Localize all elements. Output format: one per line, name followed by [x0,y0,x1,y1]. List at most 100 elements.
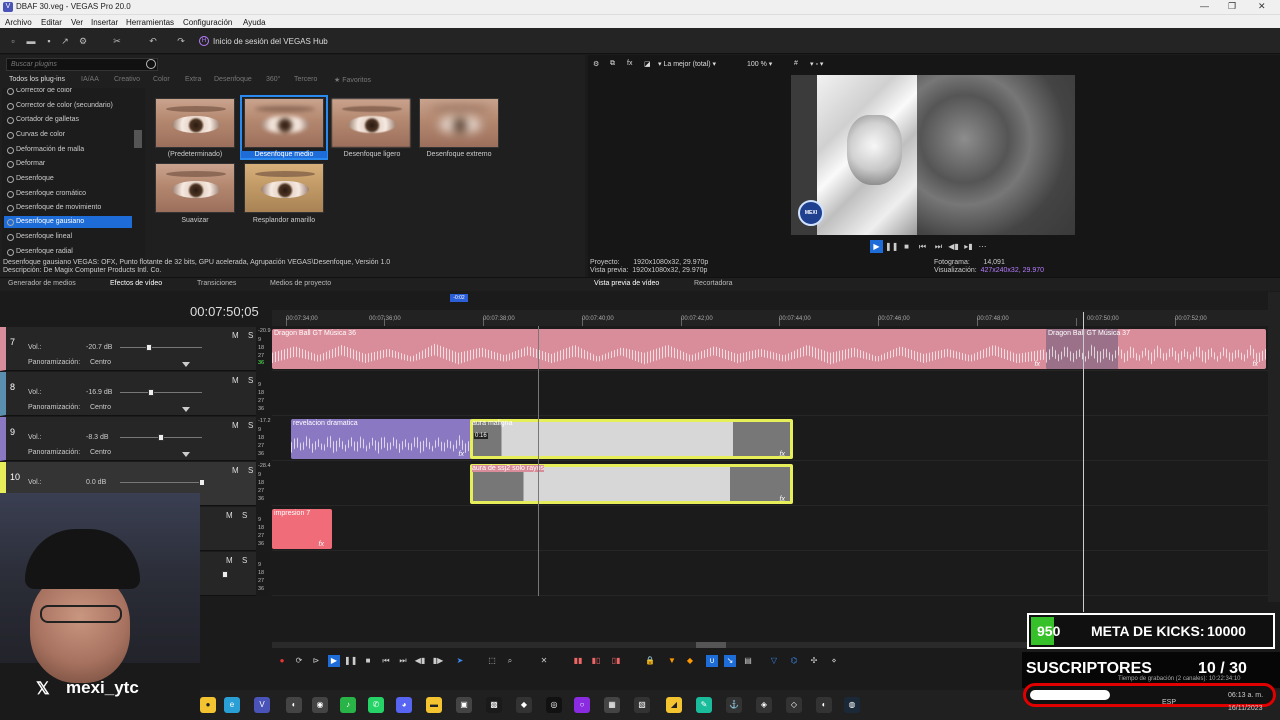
app-icon[interactable]: ◉ [312,697,328,713]
preset-thumb-yellow-glow[interactable] [244,163,324,213]
save-icon[interactable]: ▪ [44,36,54,46]
plugin-item[interactable]: Desenfoque de movimiento [4,202,132,214]
plugin-list-scrollbar[interactable] [134,130,142,148]
preset-label[interactable]: (Predeterminado) [150,151,240,158]
plugin-item[interactable]: Cortador de galletas [4,114,132,126]
preset-thumb-default[interactable] [155,98,235,148]
obs-icon[interactable]: ◎ [546,697,562,713]
zoom-select[interactable]: 100 % ▾ [747,60,772,68]
preset-thumb-light[interactable] [331,98,411,148]
app-icon[interactable]: ▦ [604,697,620,713]
app-icon[interactable]: ◆ [516,697,532,713]
undo-icon[interactable]: ↶ [148,36,158,46]
stop-icon[interactable]: ■ [900,240,913,253]
split-icon[interactable]: ▮▯ [590,655,602,667]
clip-fx-icon[interactable]: fx [459,451,464,458]
track-header-8[interactable]: 8 MS Vol.: -16.9 dB Panoramización: Centro [0,372,268,416]
tab-video-preview[interactable]: Vista previa de vídeo [594,280,659,287]
options-icon[interactable]: ⋄ [828,655,840,667]
tab-media-generators[interactable]: Generador de medios [8,280,76,287]
next-icon[interactable]: ▸▮ [962,240,975,253]
preset-thumb-soften[interactable] [155,163,235,213]
marker-icon[interactable]: ▼ [666,655,678,667]
open-folder-icon[interactable]: ▬ [26,36,36,46]
volume-slider[interactable] [120,482,202,483]
menu-ver[interactable]: Ver [71,18,83,27]
close-icon[interactable]: ✕ [1258,1,1266,12]
app-icon[interactable]: ◇ [786,697,802,713]
app-icon[interactable]: ▧ [634,697,650,713]
pan-dropdown-icon[interactable] [182,452,190,457]
next-frame-icon[interactable]: ⏭ [932,240,945,253]
clip-impresion-7[interactable]: impresion 7 fx [272,509,332,549]
trim-end-icon[interactable]: ▯▮ [610,655,622,667]
input-language[interactable]: ESP [1162,699,1176,706]
track-lane-10[interactable]: aura de ssj2 solo rayos fx [272,462,1268,506]
menu-editar[interactable]: Editar [41,18,62,27]
go-start-icon[interactable]: ⏮ [380,655,392,667]
preview-quality-select[interactable]: ▾ La mejor (total) ▾ [658,60,716,68]
tab-color[interactable]: Color [153,76,170,83]
discord-icon[interactable]: ◕ [396,697,412,713]
mute-button[interactable]: M [226,511,233,520]
track-lane-8[interactable] [272,372,1268,416]
tab-tercero[interactable]: Tercero [294,76,317,83]
play-icon[interactable]: ▶ [870,240,883,253]
plugin-item[interactable]: Curvas de color [4,129,132,141]
volume-slider-knob[interactable] [199,479,205,486]
menu-herramientas[interactable]: Herramientas [126,18,174,27]
volume-slider-knob[interactable] [146,344,152,351]
tab-trimmer[interactable]: Recortadora [694,280,733,287]
solo-button[interactable]: S [248,331,253,340]
explorer-icon[interactable]: ▬ [426,697,442,713]
play-from-start-icon[interactable]: ⊳ [310,655,322,667]
clip-aura-ssj2[interactable]: aura de ssj2 solo rayos fx [470,464,793,504]
pan-dropdown-icon[interactable] [182,407,190,412]
playhead[interactable] [1083,312,1084,612]
zoom-tool-icon[interactable]: ⌕ [504,655,516,667]
clip-dragon-ball-36[interactable]: Dragon Ball GT Música 36 fx [272,329,1048,369]
fx-icon[interactable]: fx [627,60,632,67]
timeline-vertical-scrollbar[interactable] [1268,292,1280,602]
split-screen-icon[interactable]: ◪ [644,60,651,68]
overlay-icon[interactable]: ▾ ▫ ▾ [810,60,823,68]
selection-tool-icon[interactable]: ⬚ [486,655,498,667]
tab-desenfoque[interactable]: Desenfoque [214,76,252,83]
go-end-icon[interactable]: ⏭ [397,655,409,667]
volume-slider-knob[interactable] [148,389,154,396]
plugin-item[interactable]: Deformación de malla [4,144,132,156]
solo-button[interactable]: S [248,376,253,385]
app-icon[interactable]: ◈ [756,697,772,713]
tab-video-fx[interactable]: Efectos de vídeo [110,280,162,287]
track-lane-9[interactable]: revelacion dramatica fx aura maligna 0:16 f… [272,417,1268,461]
time-ruler[interactable]: 00:07:34;00 00:07:36;00 00:07:38;00 00:0… [272,310,1268,326]
plugin-item[interactable]: Desenfoque radial [4,246,132,258]
loop-region-marker[interactable]: -0:02 [450,294,468,302]
pause-icon[interactable]: ❚❚ [344,655,357,667]
volume-slider-knob[interactable] [222,571,228,578]
steam-icon[interactable]: ◍ [844,697,860,713]
solo-button[interactable]: S [242,511,247,520]
chrome-icon[interactable]: ● [200,697,216,713]
app-icon[interactable]: ✎ [696,697,712,713]
tab-transitions[interactable]: Transiciones [197,280,236,287]
volume-slider[interactable] [120,347,202,348]
vegas-icon[interactable]: V [254,697,270,713]
app-icon[interactable]: ▩ [486,697,502,713]
menu-ayuda[interactable]: Ayuda [243,18,266,27]
solo-button[interactable]: S [248,466,253,475]
solo-button[interactable]: S [242,556,247,565]
preset-thumb-medium[interactable] [244,98,324,148]
tab-extra[interactable]: Extra [185,76,201,83]
prev-frame-icon[interactable]: ⏮ [916,240,929,253]
clip-fx-icon[interactable]: fx [1253,361,1258,368]
trim-start-icon[interactable]: ▮▮ [572,655,584,667]
tab-favoritos[interactable]: ★ Favoritos [334,76,371,84]
mute-button[interactable]: M [232,376,239,385]
gear-icon[interactable]: ⚙ [78,36,88,46]
tab-todos[interactable]: Todos los plug-ins [9,76,65,83]
plugin-item[interactable]: Desenfoque [4,173,132,185]
app-icon[interactable]: ⚓ [726,697,742,713]
clock-time[interactable]: 06:13 a. m. [1228,692,1263,699]
clip-aura-maligna[interactable]: aura maligna 0:16 fx [470,419,793,459]
